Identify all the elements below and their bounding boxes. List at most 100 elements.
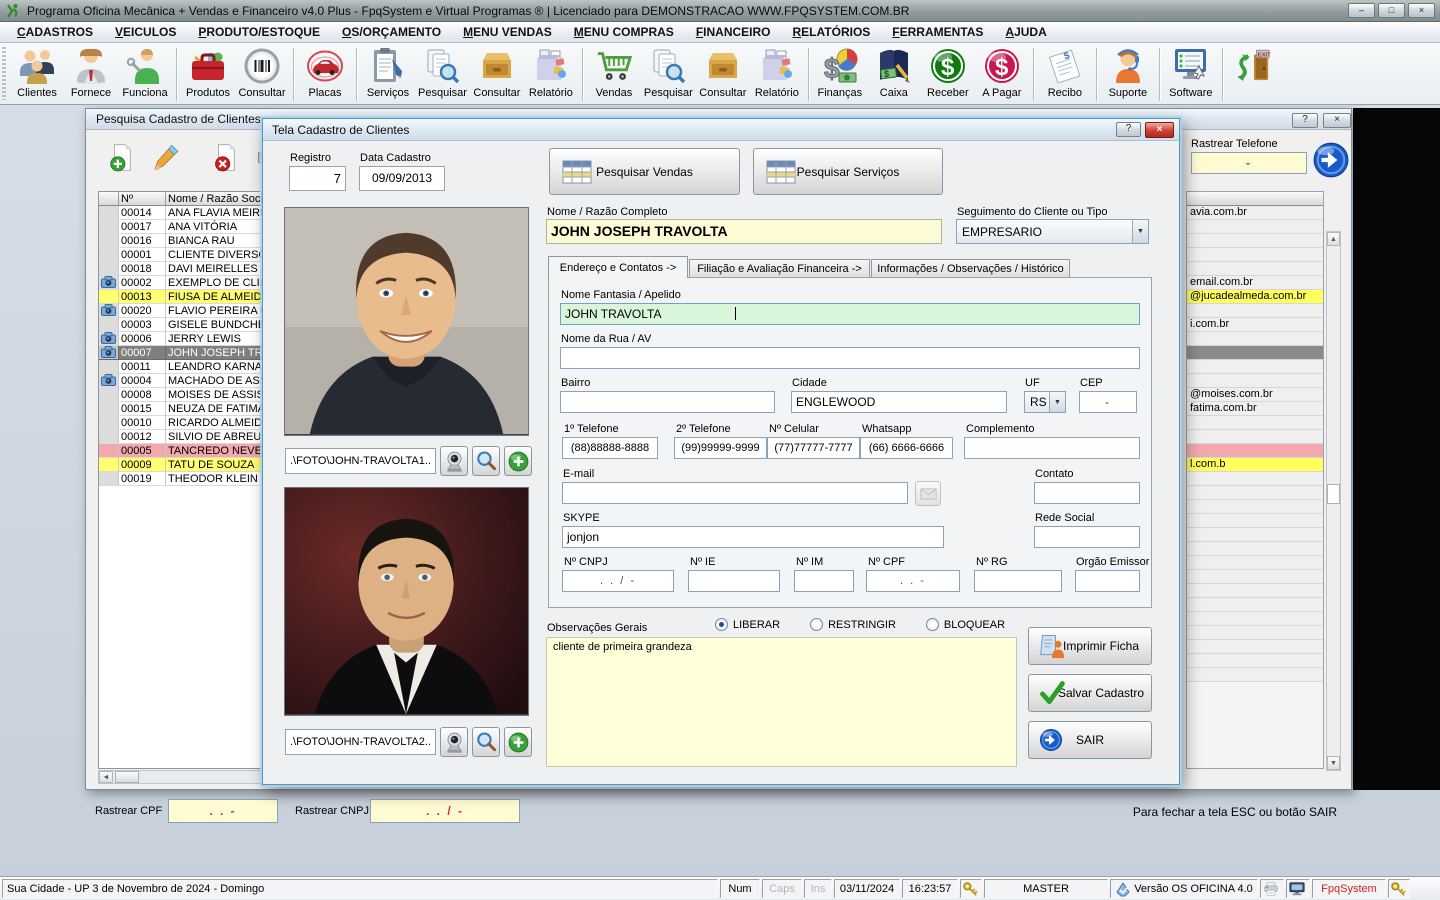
menu-ajuda[interactable]: AJUDA (994, 23, 1057, 41)
toolbar-relat-rio[interactable]: Relatório (524, 45, 578, 99)
client-email-cell[interactable]: avia.com.br (1187, 206, 1323, 220)
row-selector-cell[interactable] (99, 318, 119, 332)
row-selector-cell[interactable] (99, 472, 119, 486)
toolbar-relat-rio[interactable]: Relatório (750, 45, 804, 99)
cidade-field[interactable]: ENGLEWOOD (791, 391, 1007, 413)
client-row-00002[interactable]: 00002EXEMPLO DE CLIEN (99, 276, 267, 290)
client-number-cell[interactable]: 00013 (119, 290, 166, 304)
client-row-00020[interactable]: 00020FLAVIO PEREIRA QU (99, 304, 267, 318)
pesquisa-help-button[interactable]: ? (1292, 113, 1318, 128)
row-selector-cell[interactable] (99, 220, 119, 234)
celular-field[interactable]: (77)77777-7777 (767, 437, 860, 459)
client-name-cell[interactable]: SILVIO DE ABREU (166, 430, 267, 444)
rastrear-telefone-input[interactable]: - (1191, 152, 1307, 174)
tab-informacoes-historico[interactable]: Informações / Observações / Histórico (871, 259, 1070, 278)
nome-fantasia-field[interactable]: JOHN TRAVOLTA (560, 303, 1140, 325)
toolbar-a-pagar[interactable]: $A Pagar (975, 45, 1029, 99)
client-number-cell[interactable]: 00012 (119, 430, 166, 444)
client-row-00016[interactable]: 00016BIANCA RAU (99, 234, 267, 248)
row-selector-cell[interactable] (99, 430, 119, 444)
client-number-cell[interactable]: 00010 (119, 416, 166, 430)
client-name-cell[interactable]: RICARDO ALMEIDA (166, 416, 267, 430)
client-number-cell[interactable]: 00018 (119, 262, 166, 276)
client-name-cell[interactable]: BIANCA RAU (166, 234, 267, 248)
pesquisar-servicos-button[interactable]: Pesquisar Serviços (753, 148, 943, 195)
toolbar-produtos[interactable]: Produtos (181, 45, 235, 99)
client-email-cell[interactable] (1187, 262, 1323, 276)
webcam-capture-button-1[interactable] (440, 446, 468, 476)
radio-restringir[interactable]: RESTRINGIR (810, 618, 896, 631)
row-selector-cell[interactable] (99, 262, 119, 276)
new-client-button[interactable] (104, 137, 140, 179)
client-name-cell[interactable]: DAVI MEIRELLES (166, 262, 267, 276)
whatsapp-field[interactable]: (66) 6666-6666 (860, 437, 953, 459)
toolbar-servi-os[interactable]: Serviços (361, 45, 415, 99)
row-selector-cell[interactable] (99, 206, 119, 220)
client-name-cell[interactable]: TATU DE SOUZA (166, 458, 267, 472)
tel1-field[interactable]: (88)88888-8888 (562, 437, 658, 459)
client-number-cell[interactable]: 00014 (119, 206, 166, 220)
menu-os-or-amento[interactable]: OS/ORÇAMENTO (331, 23, 452, 41)
client-name-cell[interactable]: ANA FLAVIA MEIREL (166, 206, 267, 220)
client-name-cell[interactable]: EXEMPLO DE CLIEN (166, 276, 267, 290)
row-selector-cell[interactable] (99, 360, 119, 374)
nome-field[interactable]: JOHN JOSEPH TRAVOLTA (546, 219, 942, 244)
row-selector-cell[interactable] (99, 374, 119, 388)
scroll-down-icon[interactable]: ▼ (1327, 756, 1340, 770)
row-selector-cell[interactable] (99, 444, 119, 458)
client-row-00015[interactable]: 00015NEUZA DE FATIMA (99, 402, 267, 416)
rg-field[interactable] (974, 570, 1062, 592)
client-name-cell[interactable]: LEANDRO KARNAL (166, 360, 267, 374)
client-row-00011[interactable]: 00011LEANDRO KARNAL (99, 360, 267, 374)
rede-social-field[interactable] (1034, 526, 1140, 548)
row-selector-cell[interactable] (99, 402, 119, 416)
client-email-cell[interactable] (1187, 472, 1323, 486)
client-number-cell[interactable]: 00002 (119, 276, 166, 290)
client-name-cell[interactable]: TANCREDO NEVES (166, 444, 267, 458)
row-selector-cell[interactable] (99, 290, 119, 304)
data-cadastro-field[interactable]: 09/09/2013 (359, 166, 445, 191)
toolbar-caixa[interactable]: $Caixa (867, 45, 921, 99)
scrollbar-thumb[interactable] (1327, 484, 1340, 504)
table-vertical-scrollbar[interactable]: ▲ ▼ (1326, 231, 1341, 771)
client-email-cell[interactable]: @jucadealmeda.com.br (1187, 290, 1323, 304)
minimize-button[interactable]: – (1348, 3, 1375, 18)
client-row-00014[interactable]: 00014ANA FLAVIA MEIREL (99, 206, 267, 220)
toolbar-consultar[interactable]: Consultar (696, 45, 750, 99)
registro-field[interactable]: 7 (289, 166, 346, 191)
toolbar-pesquisar[interactable]: Pesquisar (415, 45, 470, 99)
observacoes-textarea[interactable]: cliente de primeira grandeza (546, 637, 1017, 767)
client-row-00017[interactable]: 00017ANA VITÓRIA (99, 220, 267, 234)
sair-button[interactable]: SAIR (1028, 721, 1152, 759)
imprimir-ficha-button[interactable]: Imprimir Ficha (1028, 627, 1152, 665)
orgao-emissor-field[interactable] (1075, 570, 1140, 592)
client-email-cell[interactable]: email.com.br (1187, 276, 1323, 290)
client-name-cell[interactable]: THEODOR KLEIN (166, 472, 267, 486)
menu-veiculos[interactable]: VEICULOS (104, 23, 187, 41)
menu-produto-estoque[interactable]: PRODUTO/ESTOQUE (187, 23, 331, 41)
toolbar-suporte[interactable]: Suporte (1101, 45, 1155, 99)
client-name-cell[interactable]: FLAVIO PEREIRA QU (166, 304, 267, 318)
cep-field[interactable]: - (1079, 391, 1137, 413)
client-row-00006[interactable]: 00006JERRY LEWIS (99, 332, 267, 346)
tel2-field[interactable]: (99)99999-9999 (674, 437, 767, 459)
client-number-cell[interactable]: 00006 (119, 332, 166, 346)
client-number-cell[interactable]: 00005 (119, 444, 166, 458)
photo2-path-field[interactable]: .\FOTO\JOHN-TRAVOLTA2.. (285, 729, 436, 755)
cnpj-field[interactable]: . . / - (562, 570, 674, 592)
client-number-cell[interactable]: 00017 (119, 220, 166, 234)
client-number-cell[interactable]: 00019 (119, 472, 166, 486)
delete-client-button[interactable] (208, 137, 244, 179)
toolbar-vendas[interactable]: Vendas (587, 45, 641, 99)
client-number-cell[interactable]: 00016 (119, 234, 166, 248)
client-name-cell[interactable]: JERRY LEWIS (166, 332, 267, 346)
menu-menu-compras[interactable]: MENU COMPRAS (563, 23, 685, 41)
client-name-cell[interactable]: CLIENTE DIVERSOS (166, 248, 267, 262)
client-name-cell[interactable]: MOISES DE ASSIS (166, 388, 267, 402)
im-field[interactable] (794, 570, 854, 592)
radio-liberar[interactable]: LIBERAR (715, 618, 780, 631)
client-row-00001[interactable]: 00001CLIENTE DIVERSOS (99, 248, 267, 262)
client-number-cell[interactable]: 00020 (119, 304, 166, 318)
client-row-00008[interactable]: 00008MOISES DE ASSIS (99, 388, 267, 402)
tab-filiacao-financeira[interactable]: Filiação e Avaliação Financeira -> (689, 259, 870, 278)
